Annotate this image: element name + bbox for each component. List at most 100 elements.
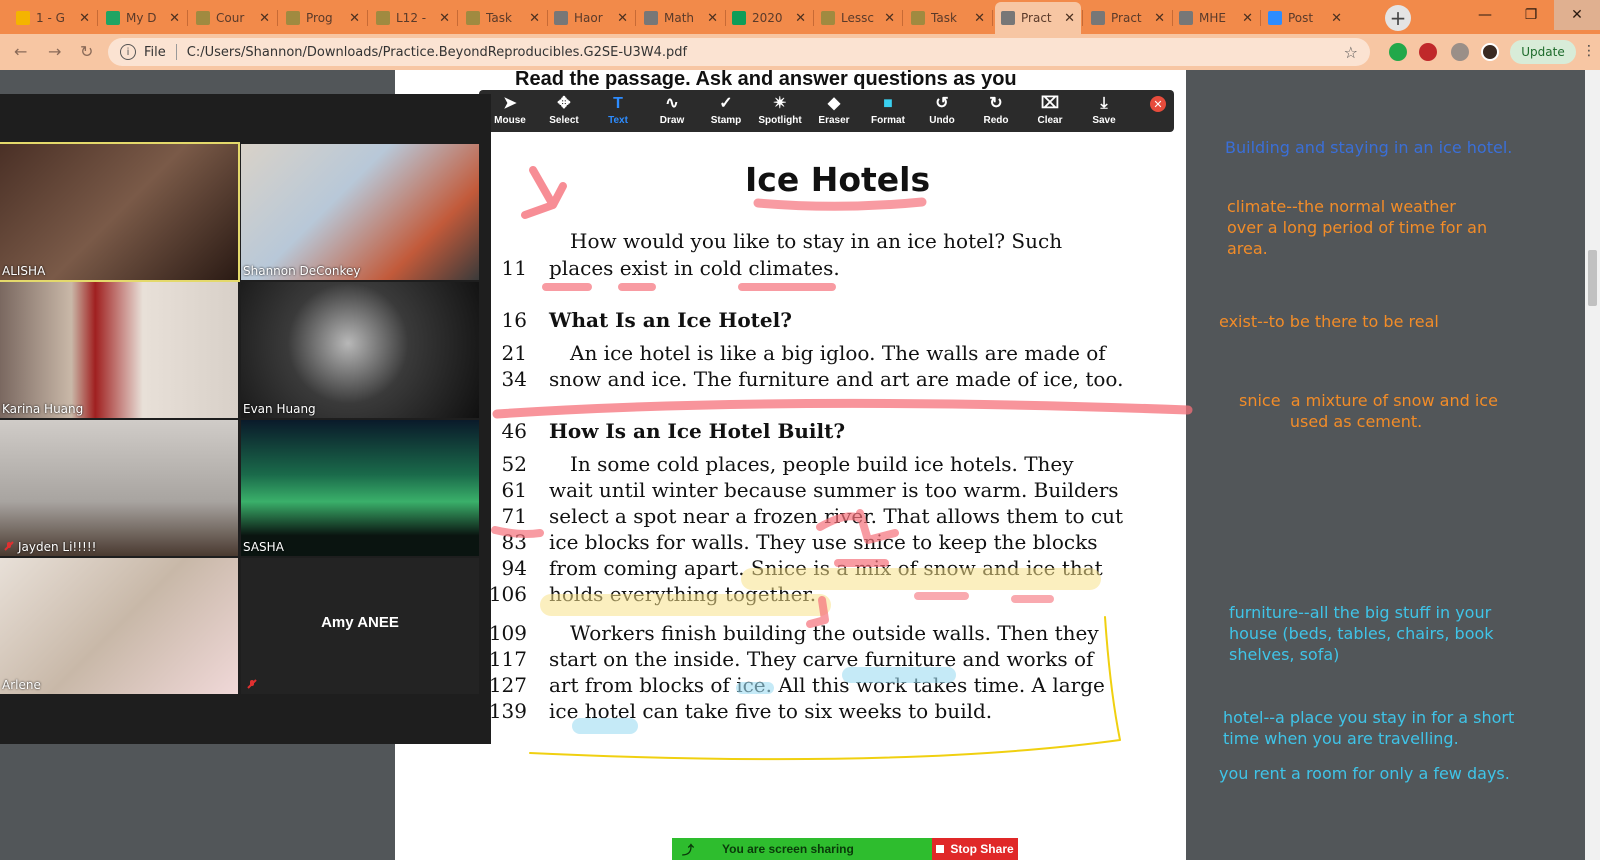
back-icon[interactable]: ← xyxy=(14,42,27,61)
participant-name: ALISHA xyxy=(2,264,46,278)
tab-label: Post xyxy=(1288,11,1314,25)
annotate-tool-eraser[interactable]: ◆ Eraser xyxy=(807,93,861,126)
browser-tab[interactable]: 1 - G ✕ xyxy=(10,2,96,34)
annotate-tool-clear[interactable]: ⌧ Clear xyxy=(1023,93,1077,126)
address-url[interactable]: C:/Users/Shannon/Downloads/Practice.Beyo… xyxy=(187,45,687,60)
passage-line: art from blocks of ice. All this work ta… xyxy=(549,673,1105,697)
side-note: Building and staying in an ice hotel. xyxy=(1225,138,1513,157)
annotate-tool-draw[interactable]: ∿ Draw xyxy=(645,93,699,126)
browser-tab[interactable]: Math ✕ xyxy=(638,2,724,34)
extension-puzzle-icon[interactable] xyxy=(1451,43,1469,61)
passage-line: holds everything together. xyxy=(549,582,817,606)
side-note: you rent a room for only a few days. xyxy=(1219,764,1510,783)
browser-tab[interactable]: 2020 ✕ xyxy=(726,2,812,34)
browser-tab[interactable]: Post ✕ xyxy=(1262,2,1348,34)
annotate-tool-stamp[interactable]: ✓ Stamp xyxy=(699,93,753,126)
tab-strip: 1 - G ✕ My D ✕ Cour ✕ Prog ✕ L12 - ✕ Task ✕ Haor ✕ Mat… xyxy=(0,0,1600,34)
tab-close-icon[interactable]: ✕ xyxy=(79,11,90,26)
tab-label: Task xyxy=(486,11,512,25)
annotate-tool-mouse[interactable]: ➤ Mouse xyxy=(483,93,537,126)
favicon-icon xyxy=(1268,11,1282,25)
browser-tab[interactable]: Lessc ✕ xyxy=(815,2,901,34)
annotate-tool-redo[interactable]: ↻ Redo xyxy=(969,93,1023,126)
tab-close-icon[interactable]: ✕ xyxy=(439,11,450,26)
annotate-tool-text[interactable]: T Text xyxy=(591,93,645,126)
tab-close-icon[interactable]: ✕ xyxy=(259,11,270,26)
tab-close-icon[interactable]: ✕ xyxy=(1242,11,1253,26)
stop-share-label: Stop Share xyxy=(950,842,1014,856)
browser-tab[interactable]: Task ✕ xyxy=(460,2,546,34)
line-number: 83 xyxy=(501,530,527,554)
trash-icon: ⌧ xyxy=(1040,95,1060,112)
restore-button[interactable]: ❐ xyxy=(1508,0,1554,30)
stop-share-button[interactable]: Stop Share xyxy=(932,838,1018,860)
line-number: 106 xyxy=(488,582,527,606)
browser-tab[interactable]: Pract ✕ xyxy=(1085,2,1171,34)
bookmark-star-icon[interactable]: ☆ xyxy=(1344,43,1358,62)
sharing-status-text: You are screen sharing xyxy=(722,842,854,856)
forward-icon[interactable]: → xyxy=(48,42,61,61)
extension-green-icon[interactable] xyxy=(1389,43,1407,61)
tab-close-icon[interactable]: ✕ xyxy=(1331,11,1342,26)
tool-label: Save xyxy=(1092,115,1116,126)
tab-close-icon[interactable]: ✕ xyxy=(1154,11,1165,26)
browser-tab[interactable]: Cour ✕ xyxy=(190,2,276,34)
annotate-tool-undo[interactable]: ↺ Undo xyxy=(915,93,969,126)
video-tile[interactable]: Arlene xyxy=(0,558,238,694)
sharing-status: ⤴ You are screen sharing xyxy=(672,838,932,860)
close-annotate-icon[interactable]: ✕ xyxy=(1150,96,1166,112)
video-tile[interactable]: Amy ANEE xyxy=(241,558,479,694)
tab-close-icon[interactable]: ✕ xyxy=(1064,11,1075,26)
video-tile[interactable]: Shannon DeConkey xyxy=(241,144,479,280)
tab-separator xyxy=(1260,10,1261,26)
line-number: 46 xyxy=(501,419,527,443)
tab-close-icon[interactable]: ✕ xyxy=(529,11,540,26)
side-note: hotel--a place you stay in for a short t… xyxy=(1223,708,1515,748)
pdf-scrollbar[interactable] xyxy=(1585,70,1600,860)
video-gallery: ALISHA Shannon DeConkey Karina Huang Eva… xyxy=(0,94,491,744)
tab-close-icon[interactable]: ✕ xyxy=(884,11,895,26)
tab-close-icon[interactable]: ✕ xyxy=(795,11,806,26)
browser-tab[interactable]: L12 - ✕ xyxy=(370,2,456,34)
new-tab-button[interactable]: + xyxy=(1385,5,1411,31)
browser-tab[interactable]: Haor ✕ xyxy=(548,2,634,34)
tab-close-icon[interactable]: ✕ xyxy=(349,11,360,26)
browser-tab[interactable]: Prog ✕ xyxy=(280,2,366,34)
address-bar[interactable]: i File C:/Users/Shannon/Downloads/Practi… xyxy=(108,38,1370,66)
browser-tab[interactable]: Task ✕ xyxy=(905,2,991,34)
annotate-tool-save[interactable]: ⤓ Save xyxy=(1077,93,1131,126)
reload-icon[interactable]: ↻ xyxy=(80,42,93,61)
mic-muted-icon xyxy=(4,541,14,551)
passage-line: snow and ice. The furniture and art are … xyxy=(549,367,1124,391)
side-note: furniture--all the big stuff in your hou… xyxy=(1229,603,1494,664)
annotate-tool-select[interactable]: ✥ Select xyxy=(537,93,591,126)
browser-tab[interactable]: Pract ✕ xyxy=(995,2,1081,34)
annotate-tool-spotlight[interactable]: ✴ Spotlight xyxy=(753,93,807,126)
update-button[interactable]: Update xyxy=(1510,40,1576,64)
browser-tab[interactable]: MHE ✕ xyxy=(1173,2,1259,34)
annotate-tool-format[interactable]: ■ Format xyxy=(861,93,915,126)
video-tile[interactable]: Jayden Li!!!!! xyxy=(0,420,238,556)
tab-close-icon[interactable]: ✕ xyxy=(169,11,180,26)
site-info-icon[interactable]: i xyxy=(120,44,136,60)
tab-close-icon[interactable]: ✕ xyxy=(974,11,985,26)
browser-tab[interactable]: My D ✕ xyxy=(100,2,186,34)
more-menu-icon[interactable]: ⋮ xyxy=(1582,43,1596,59)
line-number: 127 xyxy=(488,673,527,697)
profile-avatar[interactable] xyxy=(1481,43,1499,61)
video-tile[interactable]: SASHA xyxy=(241,420,479,556)
tab-close-icon[interactable]: ✕ xyxy=(707,11,718,26)
minimize-button[interactable]: — xyxy=(1462,0,1508,30)
video-tile[interactable]: Karina Huang xyxy=(0,282,238,418)
scroll-thumb[interactable] xyxy=(1588,250,1597,306)
address-scheme: File xyxy=(144,44,166,60)
share-arrow-icon: ⤴ xyxy=(682,842,695,857)
close-window-button[interactable]: ✕ xyxy=(1554,0,1600,30)
tab-close-icon[interactable]: ✕ xyxy=(617,11,628,26)
tool-label: Select xyxy=(549,115,579,126)
favicon-icon xyxy=(466,11,480,25)
passage-line: Workers finish building the outside wall… xyxy=(570,621,1099,645)
video-tile[interactable]: Evan Huang xyxy=(241,282,479,418)
video-tile[interactable]: ALISHA xyxy=(0,142,240,282)
ublock-icon[interactable] xyxy=(1419,43,1437,61)
